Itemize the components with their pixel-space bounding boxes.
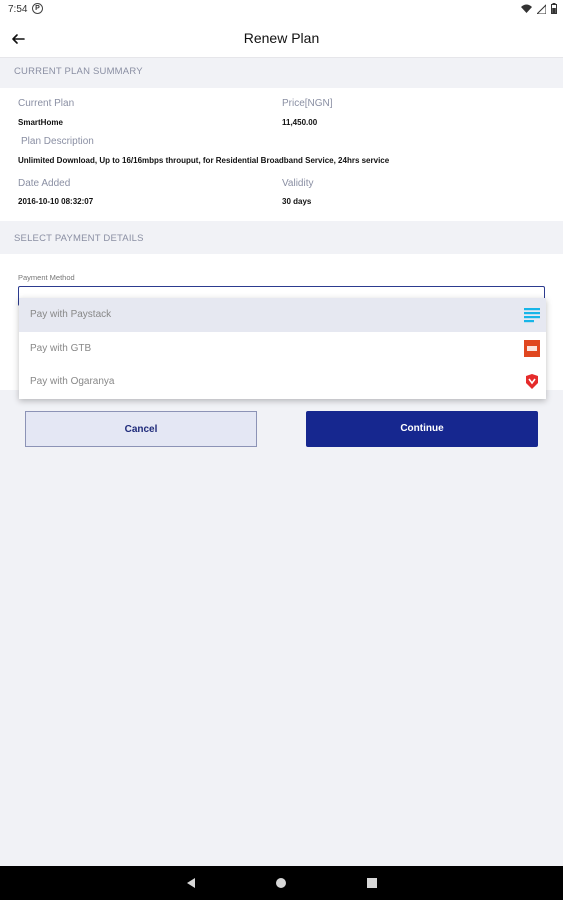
plan-summary-card: Current Plan SmartHome Price[NGN] 11,450… xyxy=(0,88,563,221)
gtb-icon xyxy=(524,339,540,357)
cancel-button[interactable]: Cancel xyxy=(25,411,257,447)
payment-method-label: Payment Method xyxy=(18,273,75,282)
page-title: Renew Plan xyxy=(243,30,320,46)
battery-icon xyxy=(551,3,557,14)
system-nav-bar xyxy=(0,866,563,900)
payment-option-label: Pay with Ogaranya xyxy=(30,376,115,388)
status-icons xyxy=(521,3,557,14)
signal-icon xyxy=(537,3,546,14)
app-bar: Renew Plan xyxy=(0,20,563,58)
payment-option-label: Pay with Paystack xyxy=(30,309,112,320)
status-time: 7:54 xyxy=(8,4,28,15)
current-plan-value: SmartHome xyxy=(18,118,63,127)
notification-icon: P xyxy=(32,3,43,14)
plan-description-label: Plan Description xyxy=(21,136,94,147)
wifi-icon xyxy=(521,4,532,13)
nav-back-icon[interactable] xyxy=(185,877,197,889)
payment-option-label: Pay with GTB xyxy=(30,342,92,354)
ogaranya-icon xyxy=(526,374,538,390)
price-value: 11,450.00 xyxy=(282,118,318,127)
validity-value: 30 days xyxy=(282,197,312,206)
validity-label: Validity xyxy=(282,178,314,189)
price-label: Price[NGN] xyxy=(282,98,333,109)
nav-home-icon[interactable] xyxy=(275,877,287,889)
payment-section-header: SELECT PAYMENT DETAILS xyxy=(14,233,144,244)
current-plan-label: Current Plan xyxy=(18,98,75,109)
payment-method-dropdown: Pay with Paystack Pay with GTB Pay with … xyxy=(19,298,546,399)
payment-option-paystack[interactable]: Pay with Paystack xyxy=(19,298,546,332)
paystack-icon xyxy=(524,308,540,323)
status-bar: 7:54 P xyxy=(0,0,563,20)
summary-section-header: CURRENT PLAN SUMMARY xyxy=(14,66,143,77)
date-added-label: Date Added xyxy=(18,178,71,189)
nav-recents-icon[interactable] xyxy=(366,877,378,889)
payment-option-ogaranya[interactable]: Pay with Ogaranya xyxy=(19,365,546,399)
payment-option-gtb[interactable]: Pay with GTB xyxy=(19,332,546,366)
plan-description-value: Unlimited Download, Up to 16/16mbps thro… xyxy=(18,156,390,165)
date-added-value: 2016-10-10 08:32:07 xyxy=(18,197,94,206)
continue-button[interactable]: Continue xyxy=(306,411,538,447)
